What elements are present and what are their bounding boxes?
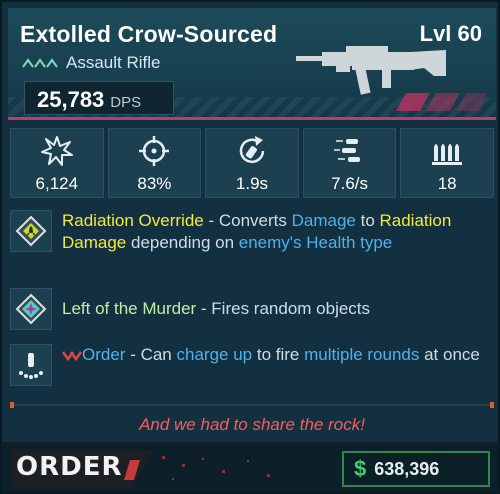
dps-unit: DPS bbox=[110, 94, 142, 111]
dps-box: 25,783 DPS bbox=[24, 81, 174, 115]
perk-name: Left of the Murder bbox=[62, 299, 197, 318]
stat-magazine-value: 18 bbox=[437, 174, 457, 193]
flavor-divider bbox=[10, 402, 494, 408]
perk-keyword: charge up bbox=[176, 345, 253, 364]
price-box: $ 638,396 bbox=[342, 451, 490, 487]
red-chevron-icon bbox=[62, 350, 82, 361]
stat-fire-rate-value: 7.6/s bbox=[331, 174, 368, 193]
stat-accuracy: 83% bbox=[107, 128, 202, 198]
perk-keyword: multiple rounds bbox=[304, 345, 420, 364]
manufacturer-logo: ORDER bbox=[16, 452, 123, 482]
perk-icon-box bbox=[10, 210, 52, 252]
stat-damage-value: 6,124 bbox=[35, 174, 79, 193]
weapon-card: Extolled Crow-Sourced Lvl 60 Assault Rif… bbox=[0, 0, 500, 494]
fire-rate-icon bbox=[333, 139, 360, 162]
stat-reload-value: 1.9s bbox=[235, 174, 269, 193]
dollar-icon: $ bbox=[354, 456, 367, 481]
item-price: 638,396 bbox=[374, 458, 440, 479]
stat-reload: 1.9s bbox=[205, 128, 299, 198]
perk-text-segment: - Converts bbox=[203, 211, 292, 230]
weapon-header: Extolled Crow-Sourced Lvl 60 Assault Rif… bbox=[8, 8, 496, 120]
perk-left-of-the-murder: Left of the Murder - Fires random object… bbox=[10, 288, 494, 330]
charge-rounds-icon bbox=[19, 353, 43, 379]
stat-magazine: 18 bbox=[400, 128, 494, 198]
perk-name: Order bbox=[82, 345, 126, 364]
flavor-text: And we had to share the rock! bbox=[139, 415, 365, 434]
perk-radiation-override: Radiation Override - Converts Damage to … bbox=[10, 210, 494, 254]
perk-keyword: enemy's Health type bbox=[238, 233, 393, 252]
stat-fire-rate: 7.6/s bbox=[302, 128, 397, 198]
stat-accuracy-value: 83% bbox=[137, 174, 172, 193]
perk-text-segment: - Fires random objects bbox=[196, 299, 371, 318]
assault-rifle-icon bbox=[296, 46, 446, 95]
perk-description: Order - Can charge up to fire multiple r… bbox=[62, 344, 482, 386]
weapon-name: Extolled Crow-Sourced bbox=[20, 21, 278, 47]
weapon-type-row: Assault Rifle bbox=[22, 53, 160, 73]
perk-text-segment: to bbox=[355, 211, 380, 230]
rarity-chevrons-icon bbox=[22, 58, 58, 68]
perk-text-segment: at once bbox=[419, 345, 480, 364]
perk-icon-box bbox=[10, 288, 52, 330]
damage-burst-icon bbox=[40, 136, 73, 166]
perk-text-segment: depending on bbox=[126, 233, 239, 252]
stats-row: 6,124 83% 1.9s 7.6/s 18 bbox=[10, 128, 494, 198]
card-footer: ORDER $ 638,396 bbox=[2, 442, 498, 492]
perk-icon-box bbox=[10, 344, 52, 386]
crosshair-icon bbox=[139, 136, 170, 166]
perk-text-segment: - Can bbox=[125, 345, 177, 364]
weapon-type: Assault Rifle bbox=[66, 53, 161, 72]
perk-order: Order - Can charge up to fire multiple r… bbox=[10, 344, 494, 386]
stat-damage: 6,124 bbox=[10, 128, 104, 198]
perk-description: Left of the Murder - Fires random object… bbox=[62, 288, 482, 330]
reload-icon bbox=[239, 136, 265, 164]
dps-value: 25,783 bbox=[37, 87, 105, 112]
perk-keyword: Damage bbox=[291, 211, 356, 230]
perk-text-segment: to fire bbox=[252, 345, 305, 364]
radiation-diamond-icon bbox=[15, 215, 47, 247]
perk-name: Radiation Override bbox=[62, 211, 204, 230]
ammo-icon bbox=[432, 144, 463, 165]
star-diamond-icon bbox=[15, 293, 47, 325]
perk-description: Radiation Override - Converts Damage to … bbox=[62, 210, 482, 254]
